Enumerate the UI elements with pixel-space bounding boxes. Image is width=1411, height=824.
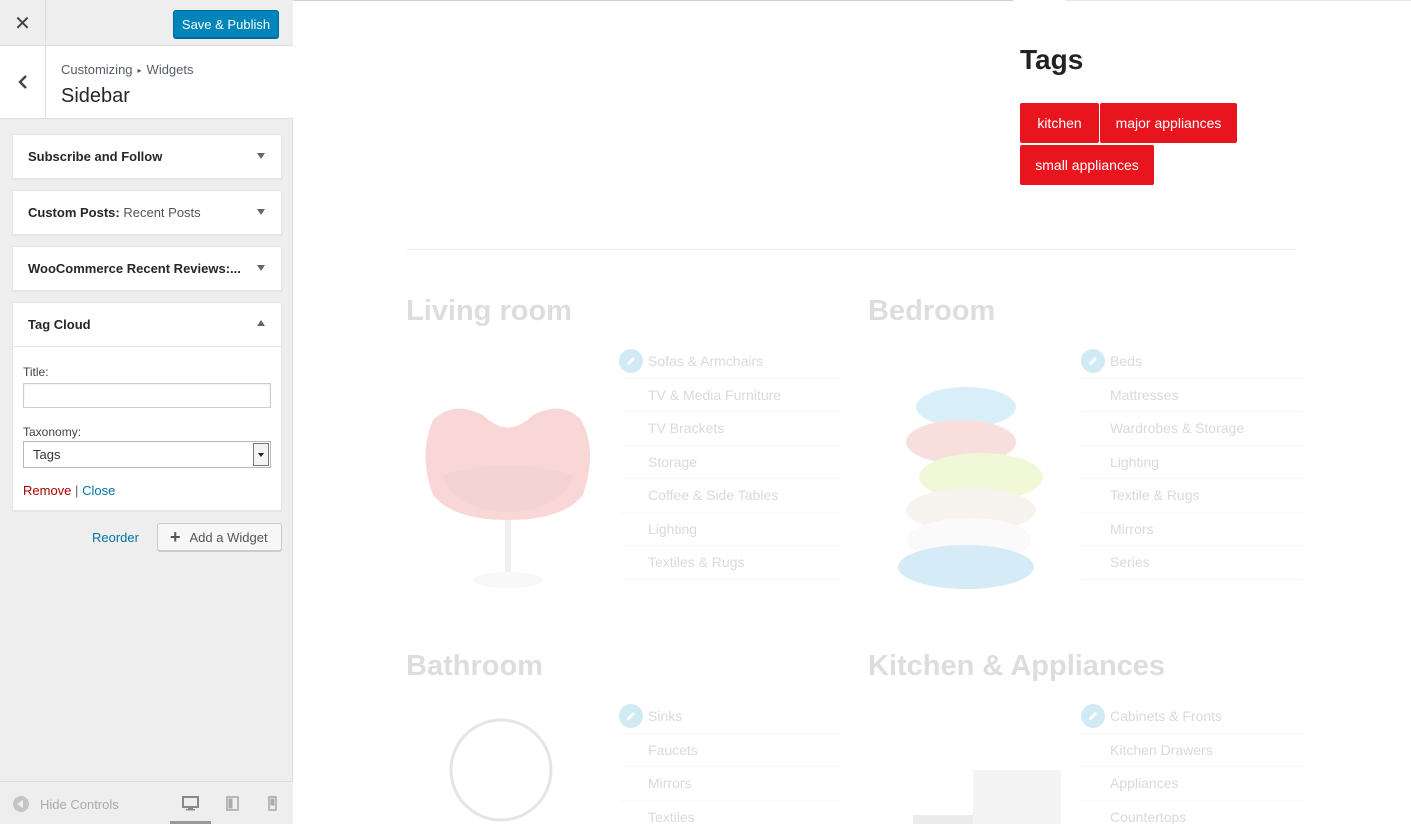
category-title-bedroom[interactable]: Bedroom	[868, 295, 995, 328]
remove-link[interactable]: Remove	[23, 483, 71, 498]
content-divider	[406, 249, 1296, 250]
collapse-arrow-icon	[13, 796, 29, 812]
category-link[interactable]: Textiles	[620, 801, 840, 824]
tags-heading: Tags	[1020, 44, 1084, 75]
category-link[interactable]: TV & Media Furniture	[620, 379, 840, 412]
category-link[interactable]: Lighting	[620, 513, 840, 546]
category-link[interactable]: TV Brackets	[620, 412, 840, 446]
customizer-panel: ✕ Save & Publish Customizing ▸ Widgets Sid…	[0, 0, 293, 824]
category-link[interactable]: Wardrobes & Storage	[1082, 412, 1302, 446]
category-list-kitchen-appliances: Cabinets & Fronts Kitchen Drawers Applia…	[1082, 700, 1302, 824]
tablet-icon[interactable]	[226, 796, 239, 816]
widget-title: Custom Posts: Recent Posts	[28, 205, 201, 220]
customizer-footer: Hide Controls	[0, 781, 293, 824]
category-link[interactable]: Appliances	[1082, 767, 1302, 801]
category-title-living-room[interactable]: Living room	[406, 295, 572, 328]
caret-down-icon[interactable]	[257, 153, 265, 159]
widget-title: Tag Cloud	[28, 317, 91, 332]
widget-header[interactable]: WooCommerce Recent Reviews:...	[13, 247, 281, 290]
category-link[interactable]: Coffee & Side Tables	[620, 479, 840, 513]
tag-link-kitchen[interactable]: kitchen	[1020, 103, 1099, 143]
widget-title: Subscribe and Follow	[28, 149, 163, 164]
category-link[interactable]: Textiles & Rugs	[620, 546, 840, 580]
title-label: Title:	[23, 365, 49, 379]
breadcrumb-root: Customizing	[61, 62, 133, 77]
actions-separator: |	[75, 483, 79, 498]
taxonomy-select[interactable]: Tags	[23, 441, 271, 468]
section-header: Customizing ▸ Widgets Sidebar	[0, 46, 293, 119]
close-link[interactable]: Close	[82, 483, 115, 498]
widget-header[interactable]: Subscribe and Follow	[13, 135, 281, 178]
back-button[interactable]	[0, 46, 46, 118]
category-link[interactable]: Faucets	[620, 734, 840, 767]
chevron-left-icon	[17, 75, 27, 89]
category-link[interactable]: Countertops	[1082, 801, 1302, 824]
kitchen-image	[913, 765, 1063, 824]
widget-subscribe-follow: Subscribe and Follow	[12, 134, 282, 179]
category-link[interactable]: Mattresses	[1082, 379, 1302, 412]
caret-down-icon[interactable]	[257, 209, 265, 215]
reorder-link[interactable]: Reorder	[92, 530, 139, 545]
widget-tag-cloud: Tag Cloud Title: Taxonomy: Tags Remove |…	[12, 302, 282, 511]
mobile-icon[interactable]	[268, 796, 277, 816]
caret-up-icon[interactable]	[257, 320, 265, 326]
add-widget-button[interactable]: + Add a Widget	[157, 523, 282, 551]
category-link[interactable]: Lighting	[1082, 446, 1302, 479]
widget-woocommerce-reviews: WooCommerce Recent Reviews:...	[12, 246, 282, 291]
category-list-bedroom: Beds Mattresses Wardrobes & Storage Ligh…	[1082, 345, 1302, 580]
pillows-image	[891, 382, 1061, 597]
taxonomy-label: Taxonomy:	[23, 425, 82, 439]
caret-down-icon[interactable]	[257, 265, 265, 271]
category-link[interactable]: Cabinets & Fronts	[1082, 700, 1302, 734]
category-link[interactable]: Series	[1082, 546, 1302, 580]
site-preview: Tags kitchen major appliances small appl…	[293, 0, 1411, 824]
category-link[interactable]: Textile & Rugs	[1082, 479, 1302, 513]
widget-title: WooCommerce Recent Reviews:...	[28, 261, 241, 276]
select-arrow-icon[interactable]	[253, 443, 269, 466]
add-widget-label: Add a Widget	[189, 529, 268, 545]
widget-actions: Remove | Close	[23, 483, 115, 498]
armchair-image	[413, 380, 603, 600]
desktop-icon[interactable]	[182, 796, 199, 816]
widget-header[interactable]: Custom Posts: Recent Posts	[13, 191, 281, 234]
customizer-header: ✕ Save & Publish	[0, 0, 293, 46]
taxonomy-select-value: Tags	[33, 447, 61, 462]
category-link[interactable]: Sinks	[620, 700, 840, 734]
category-list-bathroom: Sinks Faucets Mirrors Textiles	[620, 700, 840, 824]
category-link[interactable]: Mirrors	[1082, 513, 1302, 546]
category-list-living-room: Sofas & Armchairs TV & Media Furniture T…	[620, 345, 840, 580]
tag-link-major-appliances[interactable]: major appliances	[1100, 103, 1237, 143]
save-publish-button[interactable]: Save & Publish	[173, 10, 279, 38]
mirror-image	[443, 715, 563, 824]
plus-icon: +	[170, 527, 181, 547]
preview-top-border	[293, 0, 1411, 1]
category-link[interactable]: Beds	[1082, 345, 1302, 379]
category-link[interactable]: Mirrors	[620, 767, 840, 801]
breadcrumb-separator: ▸	[137, 66, 142, 75]
category-link[interactable]: Kitchen Drawers	[1082, 734, 1302, 767]
widget-form: Title: Taxonomy: Tags Remove | Close	[13, 346, 281, 510]
hide-controls-button[interactable]: Hide Controls	[13, 796, 119, 812]
category-title-kitchen-appliances[interactable]: Kitchen & Appliances	[868, 650, 1165, 683]
close-customizer-button[interactable]: ✕	[0, 0, 46, 46]
close-icon: ✕	[14, 12, 31, 35]
tag-link-small-appliances[interactable]: small appliances	[1020, 145, 1154, 185]
title-input[interactable]	[23, 383, 271, 408]
breadcrumb-current: Widgets	[146, 62, 194, 77]
hide-controls-label: Hide Controls	[40, 796, 119, 812]
category-link[interactable]: Storage	[620, 446, 840, 479]
category-link[interactable]: Sofas & Armchairs	[620, 345, 840, 379]
widget-header[interactable]: Tag Cloud	[13, 303, 281, 346]
breadcrumb: Customizing ▸ Widgets	[61, 62, 194, 77]
category-title-bathroom[interactable]: Bathroom	[406, 650, 543, 683]
widget-custom-posts: Custom Posts: Recent Posts	[12, 190, 282, 235]
section-title: Sidebar	[61, 85, 130, 107]
